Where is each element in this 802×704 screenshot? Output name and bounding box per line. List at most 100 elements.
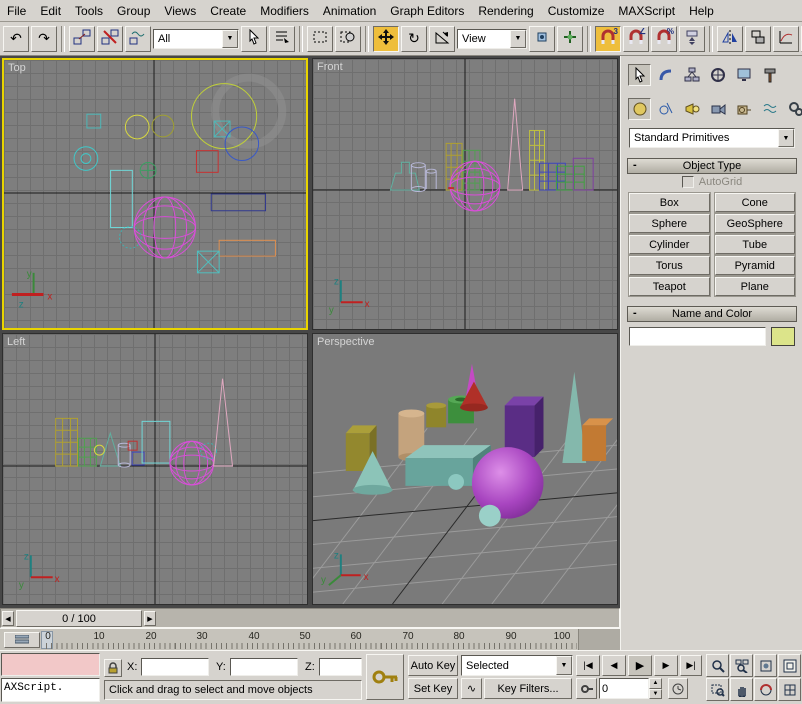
macro-recorder-field[interactable] bbox=[1, 653, 100, 676]
chevron-down-icon[interactable]: ▼ bbox=[778, 129, 794, 147]
align-button[interactable] bbox=[745, 26, 771, 52]
selection-filter-dropdown[interactable]: All ▼ bbox=[153, 29, 239, 49]
pan-button[interactable] bbox=[730, 678, 753, 701]
menu-item-tools[interactable]: Tools bbox=[68, 2, 110, 20]
tab-display[interactable] bbox=[732, 64, 755, 86]
viewport-perspective-label[interactable]: Perspective bbox=[317, 336, 374, 348]
viewport-perspective[interactable]: Perspective bbox=[312, 333, 618, 605]
menu-item-create[interactable]: Create bbox=[203, 2, 253, 20]
key-filters-button[interactable]: Key Filters... bbox=[484, 678, 572, 699]
object-color-swatch[interactable] bbox=[771, 327, 795, 346]
subtab-space-warps[interactable] bbox=[758, 98, 781, 120]
object-type-geosphere-button[interactable]: GeoSphere bbox=[715, 214, 796, 233]
current-frame-input[interactable] bbox=[599, 678, 649, 699]
subtab-systems[interactable] bbox=[784, 98, 802, 120]
object-type-rollout-header[interactable]: - Object Type bbox=[627, 158, 797, 174]
chevron-down-icon[interactable]: ▼ bbox=[222, 30, 238, 48]
set-key-button[interactable]: Set Key bbox=[408, 678, 458, 699]
select-and-manipulate-button[interactable] bbox=[557, 26, 583, 52]
primitive-category-dropdown[interactable]: Standard Primitives ▼ bbox=[629, 128, 795, 148]
object-type-sphere-button[interactable]: Sphere bbox=[629, 214, 710, 233]
reference-coordinate-system-dropdown[interactable]: View ▼ bbox=[457, 29, 527, 49]
menu-item-help[interactable]: Help bbox=[682, 2, 721, 20]
auto-key-button[interactable]: Auto Key bbox=[408, 655, 458, 676]
select-and-link-button[interactable] bbox=[69, 26, 95, 52]
object-type-box-button[interactable]: Box bbox=[629, 193, 710, 212]
time-slider-button[interactable]: 0 / 100 bbox=[16, 610, 142, 627]
y-coordinate-input[interactable] bbox=[230, 658, 298, 676]
menu-item-group[interactable]: Group bbox=[110, 2, 157, 20]
subtab-cameras[interactable] bbox=[706, 98, 729, 120]
curve-editor-button[interactable] bbox=[773, 26, 799, 52]
menu-item-customize[interactable]: Customize bbox=[541, 2, 612, 20]
menu-item-views[interactable]: Views bbox=[157, 2, 203, 20]
viewport-front[interactable]: Front bbox=[312, 58, 618, 330]
spinner-down-icon[interactable]: ▼ bbox=[649, 689, 662, 700]
frame-spinner[interactable]: ▲ ▼ bbox=[649, 678, 662, 699]
select-object-button[interactable] bbox=[241, 26, 267, 52]
object-type-torus-button[interactable]: Torus bbox=[629, 256, 710, 275]
use-pivot-point-center-button[interactable] bbox=[529, 26, 555, 52]
viewport-left[interactable]: Left z bbox=[2, 333, 308, 605]
arc-rotate-button[interactable] bbox=[754, 678, 777, 701]
subtab-shapes[interactable] bbox=[654, 98, 677, 120]
subtab-helpers[interactable] bbox=[732, 98, 755, 120]
track-bar[interactable]: 0 10 20 30 40 50 60 70 80 90 100 bbox=[0, 628, 620, 650]
select-by-name-button[interactable] bbox=[269, 26, 295, 52]
object-type-tube-button[interactable]: Tube bbox=[715, 235, 796, 254]
z-coordinate-input[interactable] bbox=[319, 658, 362, 676]
tab-utilities[interactable] bbox=[758, 64, 781, 86]
key-mode-toggle-button[interactable] bbox=[576, 678, 597, 699]
menu-item-modifiers[interactable]: Modifiers bbox=[253, 2, 316, 20]
unlink-selection-button[interactable] bbox=[97, 26, 123, 52]
object-type-cone-button[interactable]: Cone bbox=[715, 193, 796, 212]
chevron-down-icon[interactable]: ▼ bbox=[556, 656, 572, 675]
previous-frame-button[interactable]: ◀ bbox=[602, 655, 626, 676]
tab-hierarchy[interactable] bbox=[680, 64, 703, 86]
select-and-rotate-button[interactable]: ↻ bbox=[401, 26, 427, 52]
zoom-extents-all-button[interactable] bbox=[778, 654, 801, 677]
maxscript-listener-field[interactable]: AXScript. bbox=[1, 678, 100, 702]
select-and-move-button[interactable] bbox=[373, 26, 399, 52]
snap-toggle-3d-button[interactable]: 3 bbox=[595, 26, 621, 52]
viewport-left-label[interactable]: Left bbox=[7, 336, 25, 348]
spinner-snap-toggle[interactable] bbox=[679, 26, 705, 52]
tab-motion[interactable] bbox=[706, 64, 729, 86]
chevron-down-icon[interactable]: ▼ bbox=[510, 30, 526, 48]
play-animation-button[interactable]: ▶ bbox=[628, 655, 652, 676]
object-name-input[interactable] bbox=[629, 327, 766, 346]
spinner-up-icon[interactable]: ▲ bbox=[649, 678, 662, 689]
time-slider-track[interactable]: ◀ 0 / 100 ▶ bbox=[0, 608, 620, 628]
zoom-region-button[interactable] bbox=[706, 678, 729, 701]
subtab-geometry[interactable] bbox=[628, 98, 651, 120]
autogrid-checkbox[interactable] bbox=[682, 176, 694, 188]
set-keys-button[interactable] bbox=[366, 654, 404, 700]
time-slider-right-arrow[interactable]: ▶ bbox=[144, 611, 156, 626]
zoom-button[interactable] bbox=[706, 654, 729, 677]
transform-lock-button[interactable] bbox=[104, 659, 122, 677]
tab-create[interactable] bbox=[628, 64, 651, 86]
zoom-extents-button[interactable] bbox=[754, 654, 777, 677]
bind-to-space-warp-button[interactable] bbox=[125, 26, 151, 52]
menu-item-animation[interactable]: Animation bbox=[316, 2, 383, 20]
default-in-out-tangent-button[interactable]: ∿ bbox=[461, 678, 482, 699]
subtab-lights[interactable] bbox=[680, 98, 703, 120]
object-type-pyramid-button[interactable]: Pyramid bbox=[715, 256, 796, 275]
open-mini-curve-editor-button[interactable] bbox=[4, 632, 40, 648]
next-frame-button[interactable]: ▶ bbox=[654, 655, 678, 676]
menu-item-rendering[interactable]: Rendering bbox=[471, 2, 540, 20]
menu-item-file[interactable]: File bbox=[0, 2, 33, 20]
object-type-cylinder-button[interactable]: Cylinder bbox=[629, 235, 710, 254]
x-coordinate-input[interactable] bbox=[141, 658, 209, 676]
maximize-viewport-toggle[interactable] bbox=[778, 678, 801, 701]
redo-button[interactable]: ↷ bbox=[31, 26, 57, 52]
rectangular-selection-region-button[interactable] bbox=[307, 26, 333, 52]
go-to-end-button[interactable]: ▶| bbox=[680, 655, 702, 676]
name-color-rollout-header[interactable]: - Name and Color bbox=[627, 306, 797, 322]
menu-item-maxscript[interactable]: MAXScript bbox=[611, 2, 682, 20]
object-type-teapot-button[interactable]: Teapot bbox=[629, 277, 710, 296]
zoom-all-button[interactable] bbox=[730, 654, 753, 677]
time-slider-left-arrow[interactable]: ◀ bbox=[2, 611, 14, 626]
select-and-scale-button[interactable] bbox=[429, 26, 455, 52]
menu-item-graph-editors[interactable]: Graph Editors bbox=[383, 2, 471, 20]
